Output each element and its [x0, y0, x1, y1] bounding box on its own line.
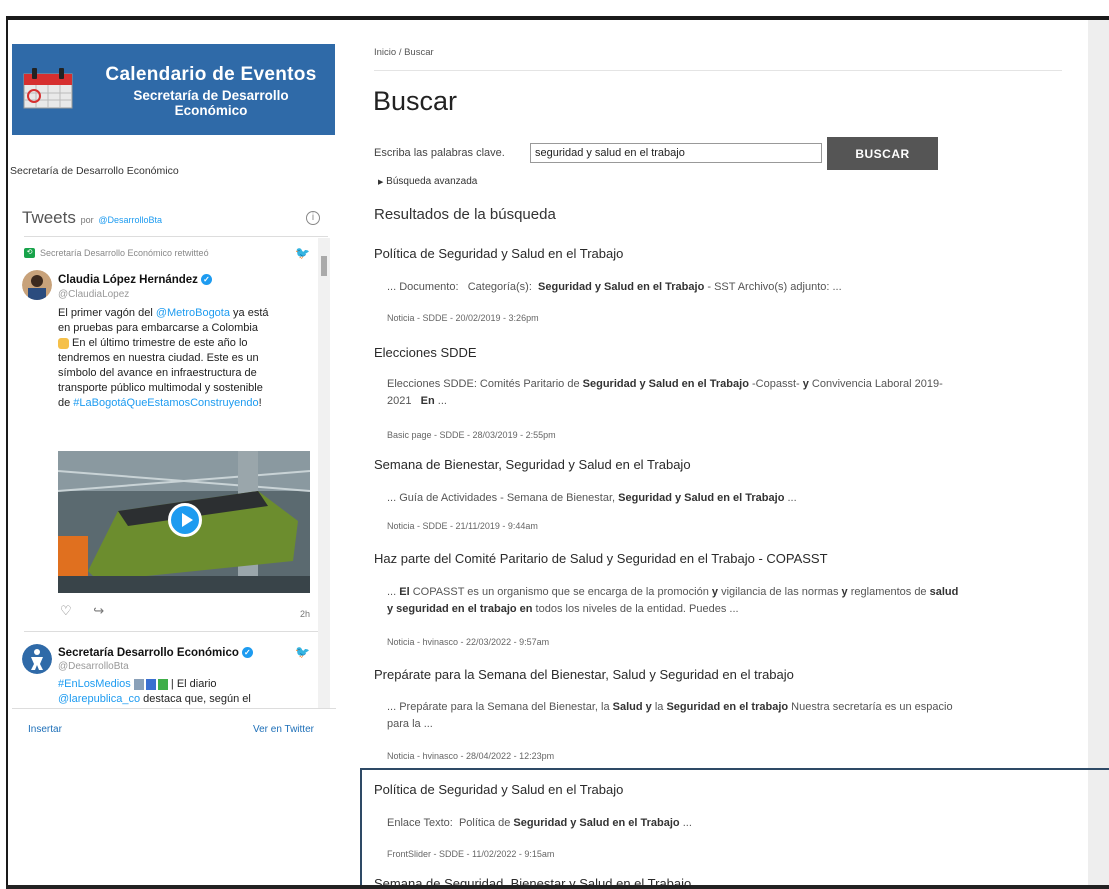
search-input[interactable]	[530, 143, 822, 163]
emoji-icons	[133, 678, 168, 690]
banner-title: Calendario de Eventos	[105, 64, 317, 85]
results-heading: Resultados de la búsqueda	[374, 206, 556, 223]
result-meta: Noticia - SDDE - 21/11/2019 - 9:44am	[387, 521, 538, 531]
tweet-actions: ♡ ↪	[60, 603, 104, 619]
events-calendar-banner[interactable]: Calendario de Eventos Secretaría de Desa…	[12, 44, 335, 135]
result-title-link[interactable]: Semana de Bienestar, Seguridad y Salud e…	[374, 457, 691, 472]
page-title: Buscar	[373, 86, 458, 116]
result-snippet: Elecciones SDDE: Comités Paritario de Se…	[387, 378, 943, 407]
result-snippet: ... El COPASST es un organismo que se en…	[387, 586, 959, 615]
tweet-author-name[interactable]: Secretaría Desarrollo Económico ✓	[58, 647, 253, 659]
tweet-author-handle[interactable]: @DesarrolloBta	[58, 661, 129, 672]
triangle-right-icon: ▶	[378, 179, 384, 186]
tweets-scrollbar-thumb[interactable]	[321, 256, 327, 276]
hashtag-link[interactable]: #EnLosMedios	[58, 678, 131, 690]
breadcrumb[interactable]: Inicio / Buscar	[374, 47, 434, 58]
result-meta: Basic page - SDDE - 28/03/2019 - 2:55pm	[387, 430, 556, 440]
like-icon[interactable]: ♡	[60, 603, 72, 618]
sidebar-link-sdde[interactable]: Secretaría de Desarrollo Económico	[10, 165, 179, 177]
avatar[interactable]	[22, 270, 52, 300]
mention-link[interactable]: @larepublica_co	[58, 693, 140, 705]
tweet-author-name[interactable]: Claudia López Hernández ✓	[58, 274, 212, 286]
tweet-timestamp[interactable]: 2h	[300, 609, 310, 619]
result-snippet: ... Guía de Actividades - Semana de Bien…	[387, 492, 797, 504]
result-snippet: ... Documento: Categoría(s): Seguridad y…	[387, 281, 842, 293]
keywords-label: Escriba las palabras clave.	[374, 147, 505, 159]
info-icon[interactable]: i	[306, 211, 320, 225]
calendar-icon	[23, 68, 73, 109]
twitter-bird-icon[interactable]: 🐦	[295, 247, 310, 259]
mention-link[interactable]: @MetroBogota	[156, 307, 230, 319]
page-gutter	[1088, 20, 1109, 889]
search-button[interactable]: BUSCAR	[827, 137, 938, 170]
result-title-link[interactable]: Prepárate para la Semana del Bienestar, …	[374, 667, 794, 682]
twitter-timeline-widget: Tweets por @DesarrolloBta i ⟲ Secretaría…	[12, 198, 336, 743]
banner-subtitle: Secretaría de Desarrollo Económico	[133, 88, 289, 118]
twitter-bird-icon[interactable]: 🐦	[295, 646, 310, 658]
tweet-text: #EnLosMedios | El diario @larepublica_co…	[58, 678, 251, 705]
result-title-link[interactable]: Haz parte del Comité Paritario de Salud …	[374, 551, 828, 566]
play-icon[interactable]	[168, 503, 202, 537]
divider	[24, 236, 328, 237]
divider	[24, 631, 318, 632]
share-icon[interactable]: ↪	[93, 603, 104, 618]
result-meta: Noticia - hvinasco - 28/04/2022 - 12:23p…	[387, 751, 555, 761]
result-meta: Noticia - SDDE - 20/02/2019 - 3:26pm	[387, 313, 539, 323]
window-border-left	[6, 16, 8, 889]
result-meta: Noticia - hvinasco - 22/03/2022 - 9:57am	[387, 637, 550, 647]
window-border-top	[6, 16, 1109, 20]
result-title-link[interactable]: Política de Seguridad y Salud en el Trab…	[374, 246, 623, 261]
tweets-scrollbar[interactable]	[318, 238, 330, 708]
tweets-heading: Tweets por @DesarrolloBta	[22, 208, 163, 227]
embed-link[interactable]: Insertar	[28, 724, 62, 735]
advanced-search-link[interactable]: ▶ Búsqueda avanzada	[378, 176, 477, 187]
hand-emoji-icon	[58, 337, 69, 349]
divider	[374, 70, 1062, 71]
retweet-icon: ⟲	[24, 248, 35, 258]
verified-icon: ✓	[241, 647, 253, 659]
window-border-bottom	[6, 885, 1109, 889]
result-title-link[interactable]: Elecciones SDDE	[374, 345, 477, 360]
view-on-twitter-link[interactable]: Ver en Twitter	[253, 724, 314, 735]
avatar[interactable]	[22, 644, 52, 674]
highlight-box	[360, 768, 1109, 889]
result-snippet: ... Prepárate para la Semana del Bienest…	[387, 701, 953, 730]
divider	[12, 708, 336, 709]
tweet-text: El primer vagón del @MetroBogota ya está…	[58, 307, 269, 409]
twitter-account-link[interactable]: @DesarrolloBta	[98, 215, 162, 225]
hashtag-link[interactable]: #LaBogotáQueEstamosConstruyendo	[73, 397, 258, 409]
verified-icon: ✓	[200, 274, 212, 286]
retweet-note: Secretaría Desarrollo Económico retwitte…	[40, 248, 209, 258]
tweet-video[interactable]	[58, 451, 310, 593]
tweet-author-handle[interactable]: @ClaudiaLopez	[58, 289, 129, 300]
